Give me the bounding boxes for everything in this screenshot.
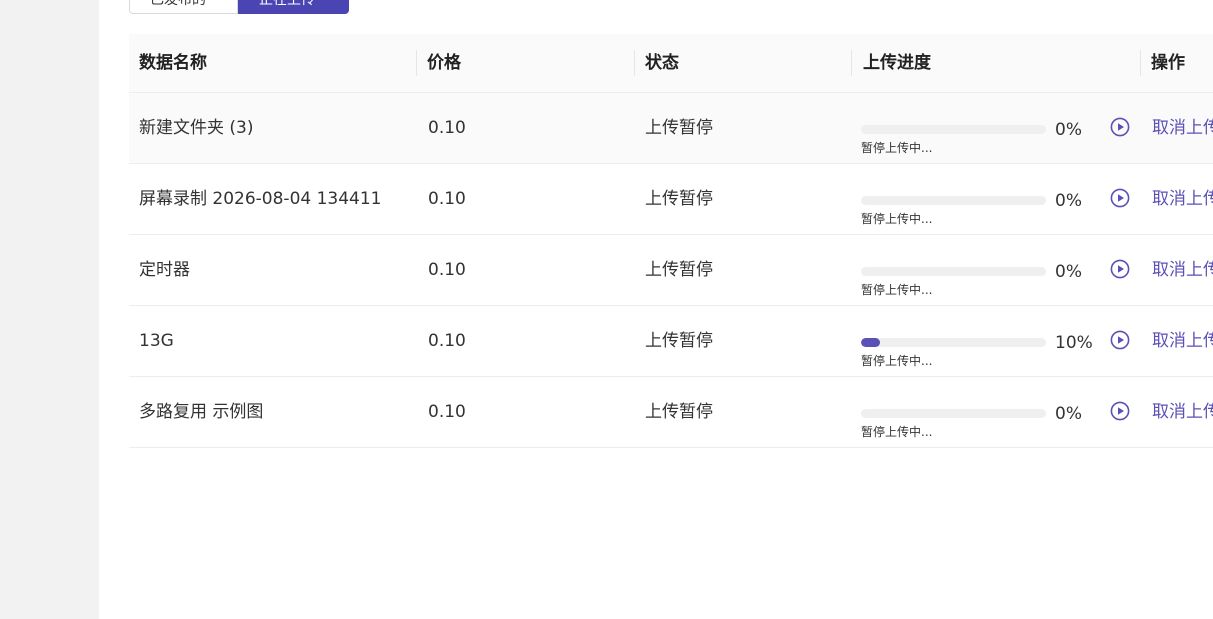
row-name: 定时器 [139, 260, 190, 280]
tab-uploading[interactable]: 正在上传 [238, 0, 349, 14]
play-circle-icon[interactable] [1110, 188, 1130, 208]
upload-progress-fill [861, 338, 880, 347]
table-row: 新建文件夹 (3) 0.10 上传暂停 0% 暂停上传中... 取消上传 [129, 93, 1213, 164]
upload-progress-bar [861, 267, 1046, 276]
play-circle-icon[interactable] [1110, 117, 1130, 137]
row-price: 0.10 [428, 402, 466, 422]
row-price: 0.10 [428, 331, 466, 351]
header-divider [634, 50, 635, 76]
table-header: 数据名称 价格 状态 上传进度 操作 [129, 34, 1213, 93]
progress-percent: 0% [1055, 262, 1082, 282]
upload-progress-bar [861, 196, 1046, 205]
upload-progress-bar [861, 409, 1046, 418]
play-circle-icon[interactable] [1110, 330, 1130, 350]
upload-table: 数据名称 价格 状态 上传进度 操作 新建文件夹 (3) 0.10 上传暂停 0… [129, 34, 1213, 448]
progress-note: 暂停上传中... [861, 141, 933, 155]
progress-note: 暂停上传中... [861, 212, 933, 226]
main-content: 已发布的 正在上传 数据名称 价格 状态 上传进度 操作 新建文件夹 (3) 0… [99, 0, 1213, 619]
left-sidebar [0, 0, 99, 619]
table-row: 屏幕录制 2026-08-04 134411 0.10 上传暂停 0% 暂停上传… [129, 164, 1213, 235]
table-body: 新建文件夹 (3) 0.10 上传暂停 0% 暂停上传中... 取消上传 屏幕录… [129, 93, 1213, 448]
row-price: 0.10 [428, 189, 466, 209]
row-status: 上传暂停 [645, 331, 713, 351]
progress-percent: 0% [1055, 404, 1082, 424]
row-name: 新建文件夹 (3) [139, 118, 254, 138]
header-divider [416, 50, 417, 76]
row-price: 0.10 [428, 260, 466, 280]
progress-note: 暂停上传中... [861, 354, 933, 368]
row-status: 上传暂停 [645, 402, 713, 422]
progress-note: 暂停上传中... [861, 283, 933, 297]
cancel-upload-link[interactable]: 取消上传 [1152, 93, 1213, 163]
upload-progress-bar [861, 338, 1046, 347]
play-circle-icon[interactable] [1110, 259, 1130, 279]
progress-percent: 0% [1055, 120, 1082, 140]
progress-percent: 10% [1055, 333, 1093, 353]
row-status: 上传暂停 [645, 118, 713, 138]
upload-progress-bar [861, 125, 1046, 134]
progress-percent: 0% [1055, 191, 1082, 211]
cancel-upload-link[interactable]: 取消上传 [1152, 164, 1213, 234]
row-name: 13G [139, 331, 174, 351]
row-status: 上传暂停 [645, 189, 713, 209]
header-progress: 上传进度 [863, 53, 931, 73]
cancel-upload-link[interactable]: 取消上传 [1152, 306, 1213, 376]
table-row: 13G 0.10 上传暂停 10% 暂停上传中... 取消上传 [129, 306, 1213, 377]
row-name: 多路复用 示例图 [139, 402, 264, 422]
upload-tabs: 已发布的 正在上传 [129, 0, 349, 14]
tab-published[interactable]: 已发布的 [129, 0, 238, 14]
table-row: 多路复用 示例图 0.10 上传暂停 0% 暂停上传中... 取消上传 [129, 377, 1213, 448]
header-divider [851, 50, 852, 76]
header-name: 数据名称 [139, 53, 207, 73]
row-name: 屏幕录制 2026-08-04 134411 [139, 189, 382, 209]
header-price: 价格 [427, 53, 461, 73]
row-price: 0.10 [428, 118, 466, 138]
row-status: 上传暂停 [645, 260, 713, 280]
header-actions: 操作 [1151, 53, 1185, 73]
progress-note: 暂停上传中... [861, 425, 933, 439]
header-divider [1140, 50, 1141, 76]
cancel-upload-link[interactable]: 取消上传 [1152, 377, 1213, 447]
table-row: 定时器 0.10 上传暂停 0% 暂停上传中... 取消上传 [129, 235, 1213, 306]
header-status: 状态 [645, 53, 679, 73]
cancel-upload-link[interactable]: 取消上传 [1152, 235, 1213, 305]
play-circle-icon[interactable] [1110, 401, 1130, 421]
